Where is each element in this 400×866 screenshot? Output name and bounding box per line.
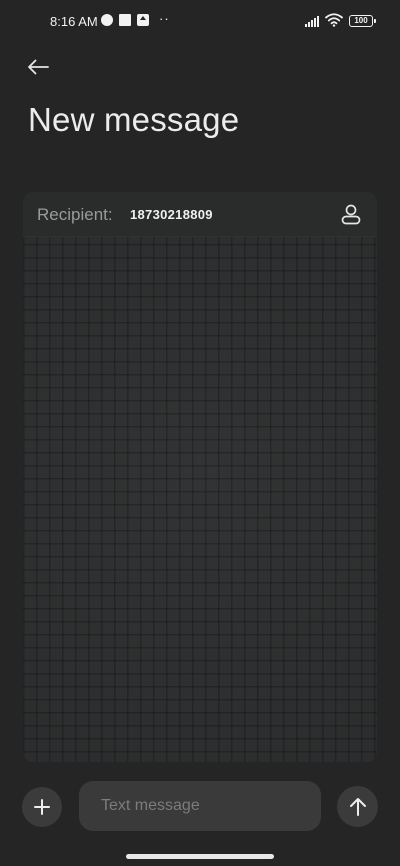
- recipient-row[interactable]: Recipient: 18730218809: [23, 192, 377, 237]
- arrow-up-icon: [349, 797, 366, 816]
- screen: 8:16 AM ·· 100 New message Recipient: 18…: [0, 0, 400, 866]
- notification-square-icon: [119, 14, 131, 26]
- page-title: New message: [28, 101, 240, 138]
- message-input[interactable]: [79, 781, 321, 831]
- recipient-value[interactable]: 18730218809: [130, 207, 213, 222]
- data-saver-icon: [101, 14, 113, 26]
- wifi-icon: [325, 13, 343, 27]
- send-button[interactable]: [337, 786, 378, 827]
- cell-signal-icon: [305, 15, 321, 27]
- add-attachment-button[interactable]: [22, 787, 62, 827]
- back-button[interactable]: [22, 52, 54, 82]
- upload-notification-icon: [137, 14, 149, 26]
- message-thread-area: Recipient: 18730218809: [23, 192, 377, 762]
- battery-icon: 100: [349, 15, 376, 27]
- status-time: 8:16 AM: [50, 14, 98, 29]
- contact-picker-button[interactable]: [337, 200, 365, 228]
- person-icon: [341, 204, 361, 225]
- recipient-label: Recipient:: [37, 205, 113, 224]
- plus-icon: [34, 799, 50, 815]
- home-indicator[interactable]: [126, 854, 274, 859]
- status-bar: 8:16 AM ·· 100: [0, 0, 400, 44]
- arrow-left-icon: [28, 59, 49, 75]
- more-notifications-icon: ··: [159, 11, 170, 26]
